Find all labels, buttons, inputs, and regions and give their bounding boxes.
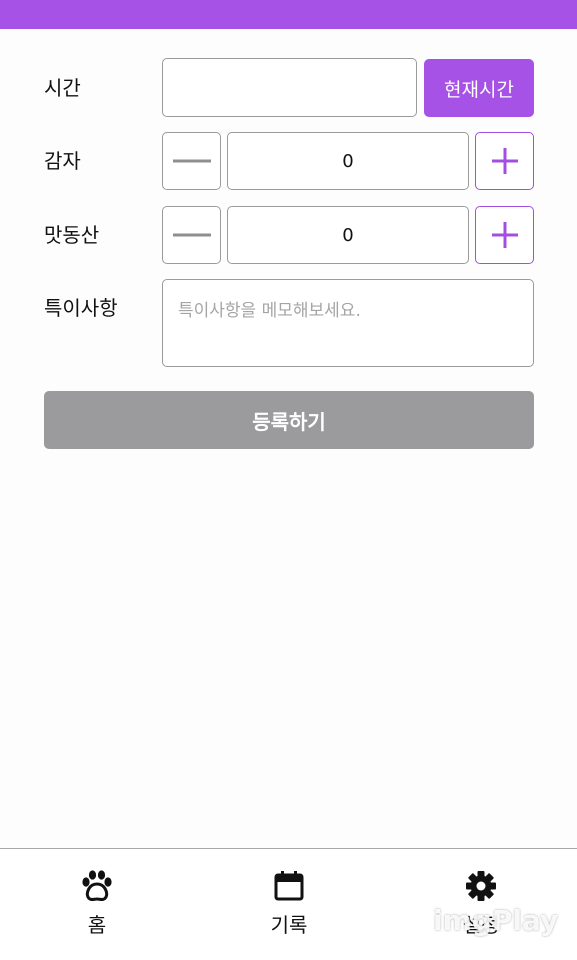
potato-decrement-button[interactable] [162, 132, 221, 190]
sweet-potato-label: 맛동산 [44, 223, 100, 247]
gear-icon [466, 871, 496, 901]
current-time-button[interactable]: 현재시간 [424, 59, 534, 117]
nav-label-records: 기록 [270, 913, 308, 937]
calendar-icon [274, 871, 304, 901]
potato-label: 감자 [44, 149, 81, 173]
watermark-logo: imgPlay [433, 904, 559, 937]
notes-textarea[interactable] [162, 279, 534, 367]
time-input[interactable] [162, 58, 417, 117]
notes-label: 특이사항 [44, 296, 118, 320]
plus-icon [491, 148, 518, 174]
potato-count: 0 [227, 132, 469, 190]
submit-button[interactable]: 등록하기 [44, 391, 534, 449]
sweet-potato-decrement-button[interactable] [162, 206, 221, 264]
nav-item-home[interactable]: 홈 [37, 869, 157, 938]
app-screen: 시간 현재시간 감자 0 맛동산 0 특이사항 등록하기 [0, 0, 577, 960]
paw-icon [82, 870, 112, 901]
sweet-potato-increment-button[interactable] [475, 206, 534, 264]
potato-increment-button[interactable] [475, 132, 534, 190]
status-bar [0, 0, 577, 29]
sweet-potato-count: 0 [227, 206, 469, 264]
minus-icon [172, 159, 211, 163]
nav-item-records[interactable]: 기록 [229, 869, 349, 938]
minus-icon [172, 233, 211, 237]
nav-label-home: 홈 [87, 913, 107, 937]
time-label: 시간 [44, 76, 81, 100]
plus-icon [491, 222, 518, 248]
